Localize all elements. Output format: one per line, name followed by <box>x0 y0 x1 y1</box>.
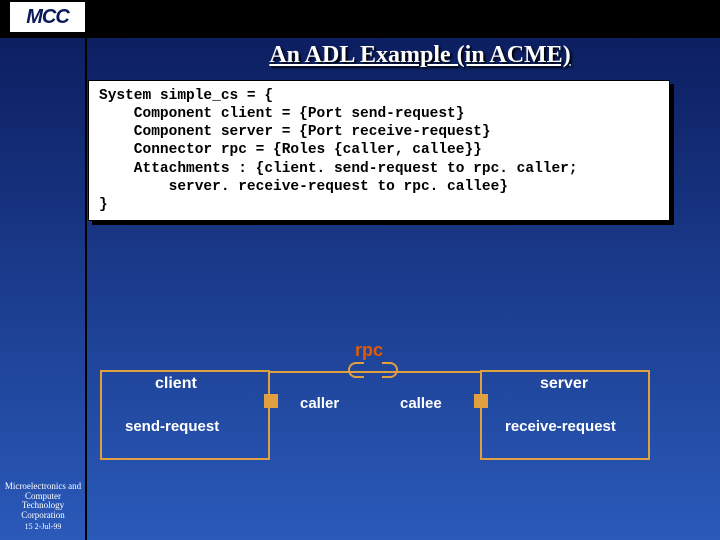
code-block: System simple_cs = { Component client = … <box>88 80 670 221</box>
footer-slide-date: 15 2-Jul-99 <box>4 523 82 532</box>
label-server: server <box>540 375 588 393</box>
diagram: rpc client server send-request receive-r… <box>100 340 680 490</box>
label-send-request: send-request <box>125 418 219 435</box>
slide-title: An ADL Example (in ACME) <box>170 42 670 69</box>
connector-line <box>270 371 480 373</box>
label-rpc: rpc <box>355 340 383 361</box>
logo-text: MCC <box>26 6 69 29</box>
footer-org: Microelectronics and Computer Technology… <box>4 482 82 522</box>
port-stub-right <box>474 394 488 408</box>
label-caller: caller <box>300 395 339 412</box>
label-callee: callee <box>400 395 442 412</box>
port-stub-left <box>264 394 278 408</box>
handshake-right-icon <box>382 362 398 378</box>
handshake-left-icon <box>348 362 364 378</box>
header-bar <box>0 0 720 38</box>
vertical-divider <box>85 32 87 540</box>
label-client: client <box>155 375 197 393</box>
logo: MCC <box>10 2 85 32</box>
label-receive-request: receive-request <box>505 418 616 435</box>
footer: Microelectronics and Computer Technology… <box>4 482 82 532</box>
